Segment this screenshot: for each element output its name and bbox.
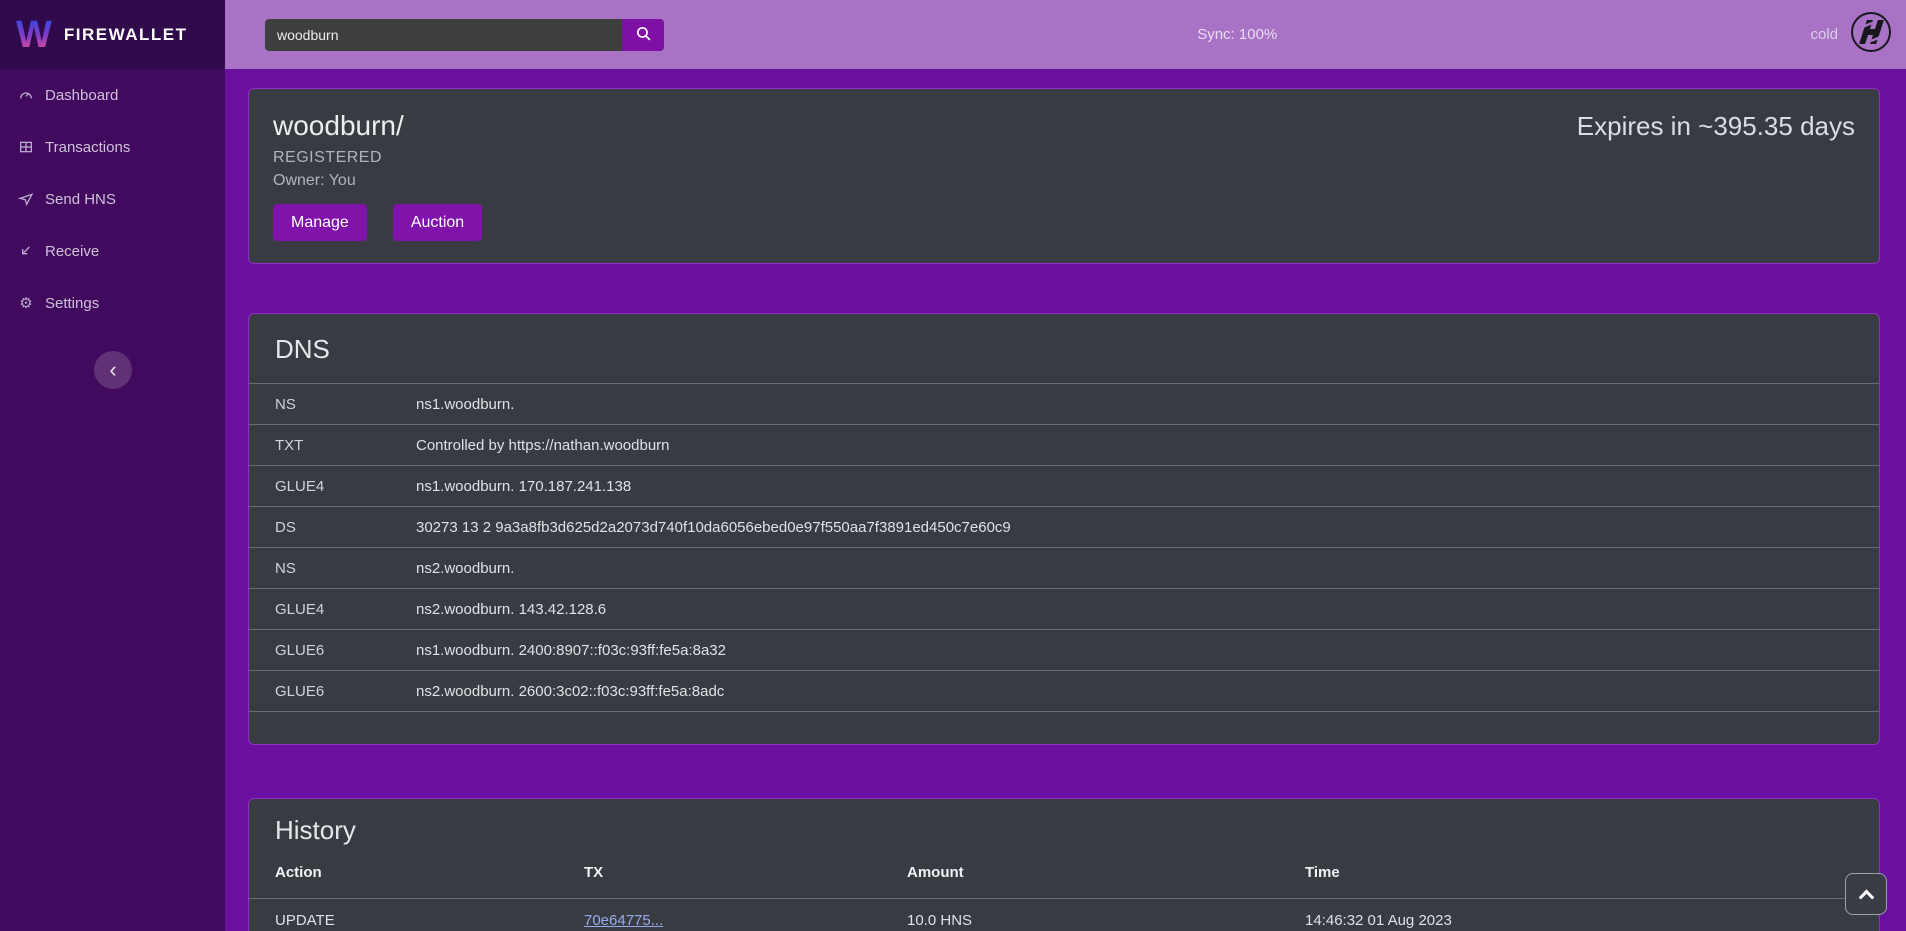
auction-button[interactable]: Auction bbox=[393, 204, 482, 241]
history-col-tx: TX bbox=[584, 864, 907, 881]
gear-icon: ⚙ bbox=[17, 294, 35, 312]
dns-record-value: Controlled by https://nathan.woodburn bbox=[416, 437, 670, 454]
sidebar-item-label: Receive bbox=[45, 243, 99, 260]
dns-record-value: ns2.woodburn. bbox=[416, 560, 514, 577]
sync-status: Sync: 100% bbox=[664, 26, 1810, 43]
sidebar-item-receive[interactable]: Receive bbox=[0, 225, 225, 277]
sidebar-item-label: Send HNS bbox=[45, 191, 116, 208]
send-icon bbox=[17, 190, 35, 208]
dns-record-type: NS bbox=[249, 396, 416, 413]
tx-link[interactable]: 70e64775... bbox=[584, 912, 663, 929]
search-input[interactable] bbox=[265, 19, 622, 51]
dns-record-value: ns1.woodburn. 170.187.241.138 bbox=[416, 478, 631, 495]
dns-card-title: DNS bbox=[249, 334, 1879, 365]
brand: W FIREWALLET bbox=[0, 0, 225, 69]
dns-record-value: ns2.woodburn. 2600:3c02::f03c:93ff:fe5a:… bbox=[416, 683, 724, 700]
topbar: Sync: 100% cold bbox=[225, 0, 1906, 69]
history-card: History Action TX Amount Time UPDATE 70e… bbox=[248, 798, 1880, 931]
search-group bbox=[265, 19, 664, 51]
history-col-amount: Amount bbox=[907, 864, 1305, 881]
history-card-title: History bbox=[249, 815, 1879, 846]
gauge-icon bbox=[17, 86, 35, 104]
firewallet-logo-icon: W bbox=[16, 16, 52, 54]
dns-record-type: GLUE6 bbox=[249, 683, 416, 700]
dns-record-value: ns1.woodburn. bbox=[416, 396, 514, 413]
domain-card: woodburn/ Expires in ~395.35 days REGIST… bbox=[248, 88, 1880, 264]
wallet-selector[interactable]: cold bbox=[1810, 10, 1893, 59]
dns-record-value: ns1.woodburn. 2400:8907::f03c:93ff:fe5a:… bbox=[416, 642, 726, 659]
dns-record-row: GLUE4 ns1.woodburn. 170.187.241.138 bbox=[249, 466, 1879, 507]
search-button[interactable] bbox=[622, 19, 664, 51]
sidebar-item-transactions[interactable]: Transactions bbox=[0, 121, 225, 173]
table-icon bbox=[17, 138, 35, 156]
domain-owner: Owner: You bbox=[273, 172, 1855, 190]
dns-record-type: GLUE6 bbox=[249, 642, 416, 659]
app-title: FIREWALLET bbox=[64, 25, 188, 45]
sidebar-item-settings[interactable]: ⚙ Settings bbox=[0, 277, 225, 329]
history-action: UPDATE bbox=[249, 912, 584, 929]
dns-record-row: GLUE4 ns2.woodburn. 143.42.128.6 bbox=[249, 589, 1879, 630]
dns-record-value: ns2.woodburn. 143.42.128.6 bbox=[416, 601, 606, 618]
dns-card: DNS NS ns1.woodburn. TXT Controlled by h… bbox=[248, 313, 1880, 745]
dns-record-value: 30273 13 2 9a3a8fb3d625d2a2073d740f10da6… bbox=[416, 519, 1011, 536]
chevron-up-icon bbox=[1858, 889, 1874, 905]
sidebar-item-label: Transactions bbox=[45, 139, 130, 156]
sidebar-item-dashboard[interactable]: Dashboard bbox=[0, 69, 225, 121]
dns-record-type: GLUE4 bbox=[249, 478, 416, 495]
history-table-body: UPDATE 70e64775... 10.0 HNS 14:46:32 01 … bbox=[249, 898, 1879, 931]
history-amount: 10.0 HNS bbox=[907, 912, 1305, 929]
dns-record-row: GLUE6 ns1.woodburn. 2400:8907::f03c:93ff… bbox=[249, 630, 1879, 671]
sidebar-nav: Dashboard Transactions Send HNS Receive … bbox=[0, 69, 225, 329]
dns-record-row: DS 30273 13 2 9a3a8fb3d625d2a2073d740f10… bbox=[249, 507, 1879, 548]
sidebar-item-label: Settings bbox=[45, 295, 99, 312]
receive-icon bbox=[17, 242, 35, 260]
domain-status: REGISTERED bbox=[273, 149, 1855, 167]
handshake-logo-icon bbox=[1849, 10, 1893, 59]
dns-record-type: GLUE4 bbox=[249, 601, 416, 618]
history-col-time: Time bbox=[1305, 864, 1879, 881]
dns-record-row: TXT Controlled by https://nathan.woodbur… bbox=[249, 425, 1879, 466]
search-icon bbox=[635, 25, 652, 45]
app-window: W FIREWALLET Dashboard Transactions Send… bbox=[0, 0, 1906, 931]
main-area: Sync: 100% cold bbox=[225, 0, 1906, 931]
domain-actions: Manage Auction bbox=[273, 204, 1855, 241]
manage-button[interactable]: Manage bbox=[273, 204, 367, 241]
history-time: 14:46:32 01 Aug 2023 bbox=[1305, 912, 1879, 929]
dns-table: NS ns1.woodburn. TXT Controlled by https… bbox=[249, 383, 1879, 712]
dns-record-type: NS bbox=[249, 560, 416, 577]
dns-record-row: NS ns1.woodburn. bbox=[249, 384, 1879, 425]
wallet-name: cold bbox=[1810, 26, 1838, 43]
content: woodburn/ Expires in ~395.35 days REGIST… bbox=[225, 69, 1906, 931]
history-table-header: Action TX Amount Time bbox=[249, 846, 1879, 898]
domain-expiry: Expires in ~395.35 days bbox=[1577, 111, 1855, 142]
history-row: UPDATE 70e64775... 10.0 HNS 14:46:32 01 … bbox=[249, 898, 1879, 931]
sidebar-collapse-button[interactable]: ‹ bbox=[94, 351, 132, 389]
sidebar-item-label: Dashboard bbox=[45, 87, 118, 104]
dns-record-row: GLUE6 ns2.woodburn. 2600:3c02::f03c:93ff… bbox=[249, 671, 1879, 712]
dns-record-type: TXT bbox=[249, 437, 416, 454]
sidebar-item-send-hns[interactable]: Send HNS bbox=[0, 173, 225, 225]
dns-record-row: NS ns2.woodburn. bbox=[249, 548, 1879, 589]
history-col-action: Action bbox=[249, 864, 584, 881]
dns-record-type: DS bbox=[249, 519, 416, 536]
scroll-to-top-button[interactable] bbox=[1845, 873, 1887, 915]
sidebar: W FIREWALLET Dashboard Transactions Send… bbox=[0, 0, 225, 931]
